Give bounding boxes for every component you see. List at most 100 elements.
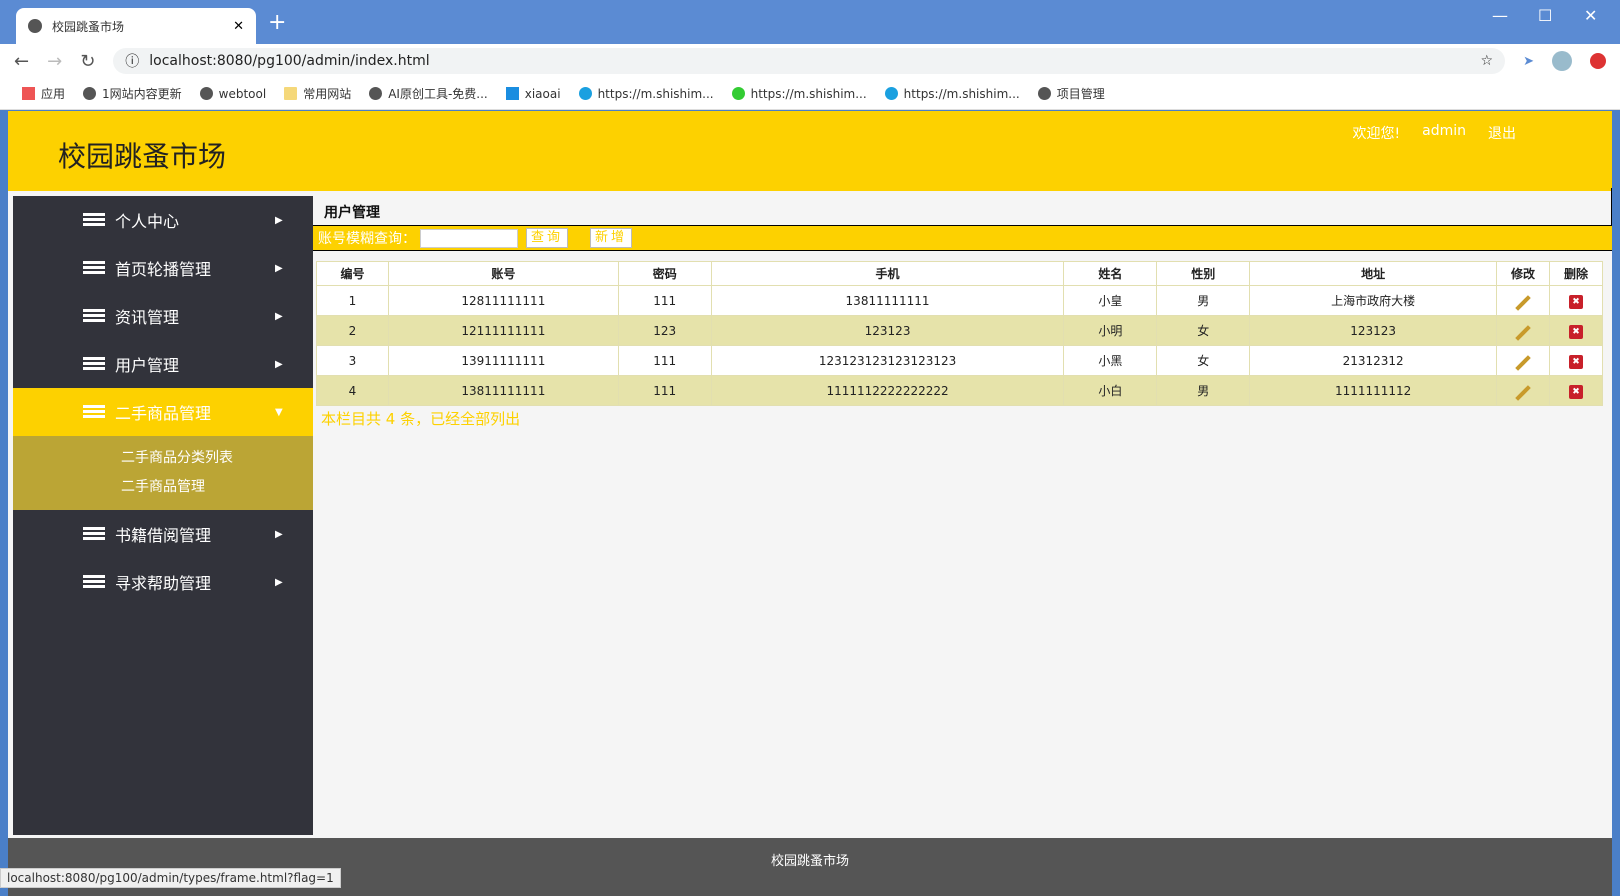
search-toolbar: 账号模糊查询： 查询 新增 [313,225,1612,251]
table-cell: 1 [316,285,389,316]
table-cell: 4 [316,375,389,406]
edit-icon[interactable] [1515,324,1531,341]
menu-icon [83,357,105,371]
column-header: 修改 [1496,261,1550,286]
page-title: 用户管理 [313,188,1612,225]
bookmark-item[interactable]: 应用 [22,85,65,102]
logout-link[interactable]: 退出 [1488,123,1516,143]
close-window-button[interactable]: ✕ [1584,6,1597,25]
profile-avatar[interactable] [1552,51,1572,71]
sidebar-item-books[interactable]: 书籍借阅管理 ▶ [13,510,313,558]
edit-cell [1496,315,1550,346]
chevron-right-icon: ▶ [275,262,283,274]
sidebar-item-users[interactable]: 用户管理 ▶ [13,340,313,388]
site-logo: 校园跳蚤市场 [58,140,227,173]
table-cell: 女 [1156,345,1251,376]
menu-icon [83,309,105,323]
add-button[interactable]: 新增 [590,228,633,248]
page: 校园跳蚤市场 欢迎您! admin 退出 个人中心 ▶ 首页轮播管理 ▶ 资讯管理 ▶ 用… [8,111,1612,896]
query-button[interactable]: 查询 [526,228,569,248]
record-count: 本栏目共 4 条，已经全部列出 [321,410,521,428]
edit-cell [1496,375,1550,406]
column-header: 删除 [1548,261,1604,286]
edit-icon[interactable] [1515,384,1531,401]
forward-icon[interactable]: → [47,51,62,72]
edit-icon[interactable] [1515,294,1531,311]
globe-icon [28,19,42,33]
sidebar: 个人中心 ▶ 首页轮播管理 ▶ 资讯管理 ▶ 用户管理 ▶ 二手商品管理 ▼ 二手商品分类… [13,196,313,835]
table-cell: 小黑 [1063,345,1158,376]
close-tab-icon[interactable]: ✕ [233,19,244,34]
url-input[interactable]: ⓘ localhost:8080/pg100/admin/index.html ☆ [113,48,1506,74]
account-search-input[interactable] [420,228,518,248]
menu-icon [83,527,105,541]
table-cell: 13811111111 [710,285,1065,316]
delete-cell: ✖ [1548,285,1604,316]
extension-icon[interactable]: ➤ [1523,54,1534,69]
delete-icon[interactable]: ✖ [1568,324,1583,339]
table-cell: 女 [1156,315,1251,346]
table-cell: 小白 [1063,375,1158,406]
username: admin [1422,123,1466,139]
sidebar-item-help[interactable]: 寻求帮助管理 ▶ [13,558,313,606]
table-row: 2 12111111111 123 123123 小明女 123123 ✖ [316,315,1604,346]
sidebar-item-carousel[interactable]: 首页轮播管理 ▶ [13,244,313,292]
bookmarks-bar: 应用 1网站内容更新 webtool 常用网站 AI原创工具-免费... xia… [0,78,1620,110]
table-cell: 男 [1156,285,1251,316]
sidebar-item-profile[interactable]: 个人中心 ▶ [13,196,313,244]
bookmark-item[interactable]: 1网站内容更新 [83,85,182,102]
chevron-down-icon: ▼ [275,406,283,418]
table-cell: 123123 [710,315,1065,346]
tab-title: 校园跳蚤市场 [52,19,125,34]
table-cell: 123123123123123123 [710,345,1065,376]
reload-icon[interactable]: ↻ [80,51,95,72]
table-cell: 男 [1156,375,1251,406]
delete-icon[interactable]: ✖ [1568,384,1583,399]
bookmark-item[interactable]: AI原创工具-免费... [369,85,488,102]
minimize-button[interactable]: — [1492,6,1508,25]
chevron-right-icon: ▶ [275,528,283,540]
star-icon[interactable]: ☆ [1481,53,1494,69]
table-cell: 123123 [1249,315,1498,346]
delete-cell: ✖ [1548,315,1604,346]
bookmark-item[interactable]: 项目管理 [1037,85,1105,102]
edit-icon[interactable] [1515,354,1531,371]
table-cell: 13811111111 [387,375,619,406]
bookmark-item[interactable]: https://m.shishim... [884,86,1020,101]
delete-cell: ✖ [1548,345,1604,376]
delete-icon[interactable]: ✖ [1568,354,1583,369]
bookmark-item[interactable]: webtool [199,86,266,101]
user-table: 编号 账号 密码 手机 姓名 性别 地址 修改 删除 1 12811111111 111 138111… [316,261,1604,406]
delete-icon[interactable]: ✖ [1568,294,1583,309]
table-cell: 111 [617,345,712,376]
column-header: 账号 [387,261,619,286]
update-icon[interactable] [1590,53,1606,69]
table-cell: 13911111111 [387,345,619,376]
table-cell: 1111111112 [1249,375,1498,406]
chevron-right-icon: ▶ [275,358,283,370]
sidebar-item-goods[interactable]: 二手商品管理 ▼ [13,388,313,436]
submenu-item-goods-category[interactable]: 二手商品分类列表 [13,444,313,473]
bookmark-item[interactable]: 常用网站 [284,85,351,102]
menu-icon [83,261,105,275]
maximize-button[interactable]: ☐ [1538,6,1552,25]
back-icon[interactable]: ← [14,51,29,72]
column-header: 地址 [1249,261,1498,286]
welcome-text: 欢迎您! [1352,126,1401,142]
table-cell: 3 [316,345,389,376]
table-cell: 21312312 [1249,345,1498,376]
table-cell: 12811111111 [387,285,619,316]
bookmark-item[interactable]: https://m.shishim... [731,86,867,101]
menu-icon [83,405,105,419]
submenu-item-goods-manage[interactable]: 二手商品管理 [13,473,313,502]
browser-tab[interactable]: 校园跳蚤市场 ✕ [16,8,256,44]
bookmark-item[interactable]: xiaoai [505,86,561,101]
column-header: 编号 [316,261,389,286]
new-tab-button[interactable]: + [268,10,286,35]
sidebar-item-news[interactable]: 资讯管理 ▶ [13,292,313,340]
table-cell: 小明 [1063,315,1158,346]
bookmark-item[interactable]: https://m.shishim... [578,86,714,101]
submenu-goods: 二手商品分类列表 二手商品管理 [13,436,313,510]
menu-icon [83,575,105,589]
table-cell: 123 [617,315,712,346]
